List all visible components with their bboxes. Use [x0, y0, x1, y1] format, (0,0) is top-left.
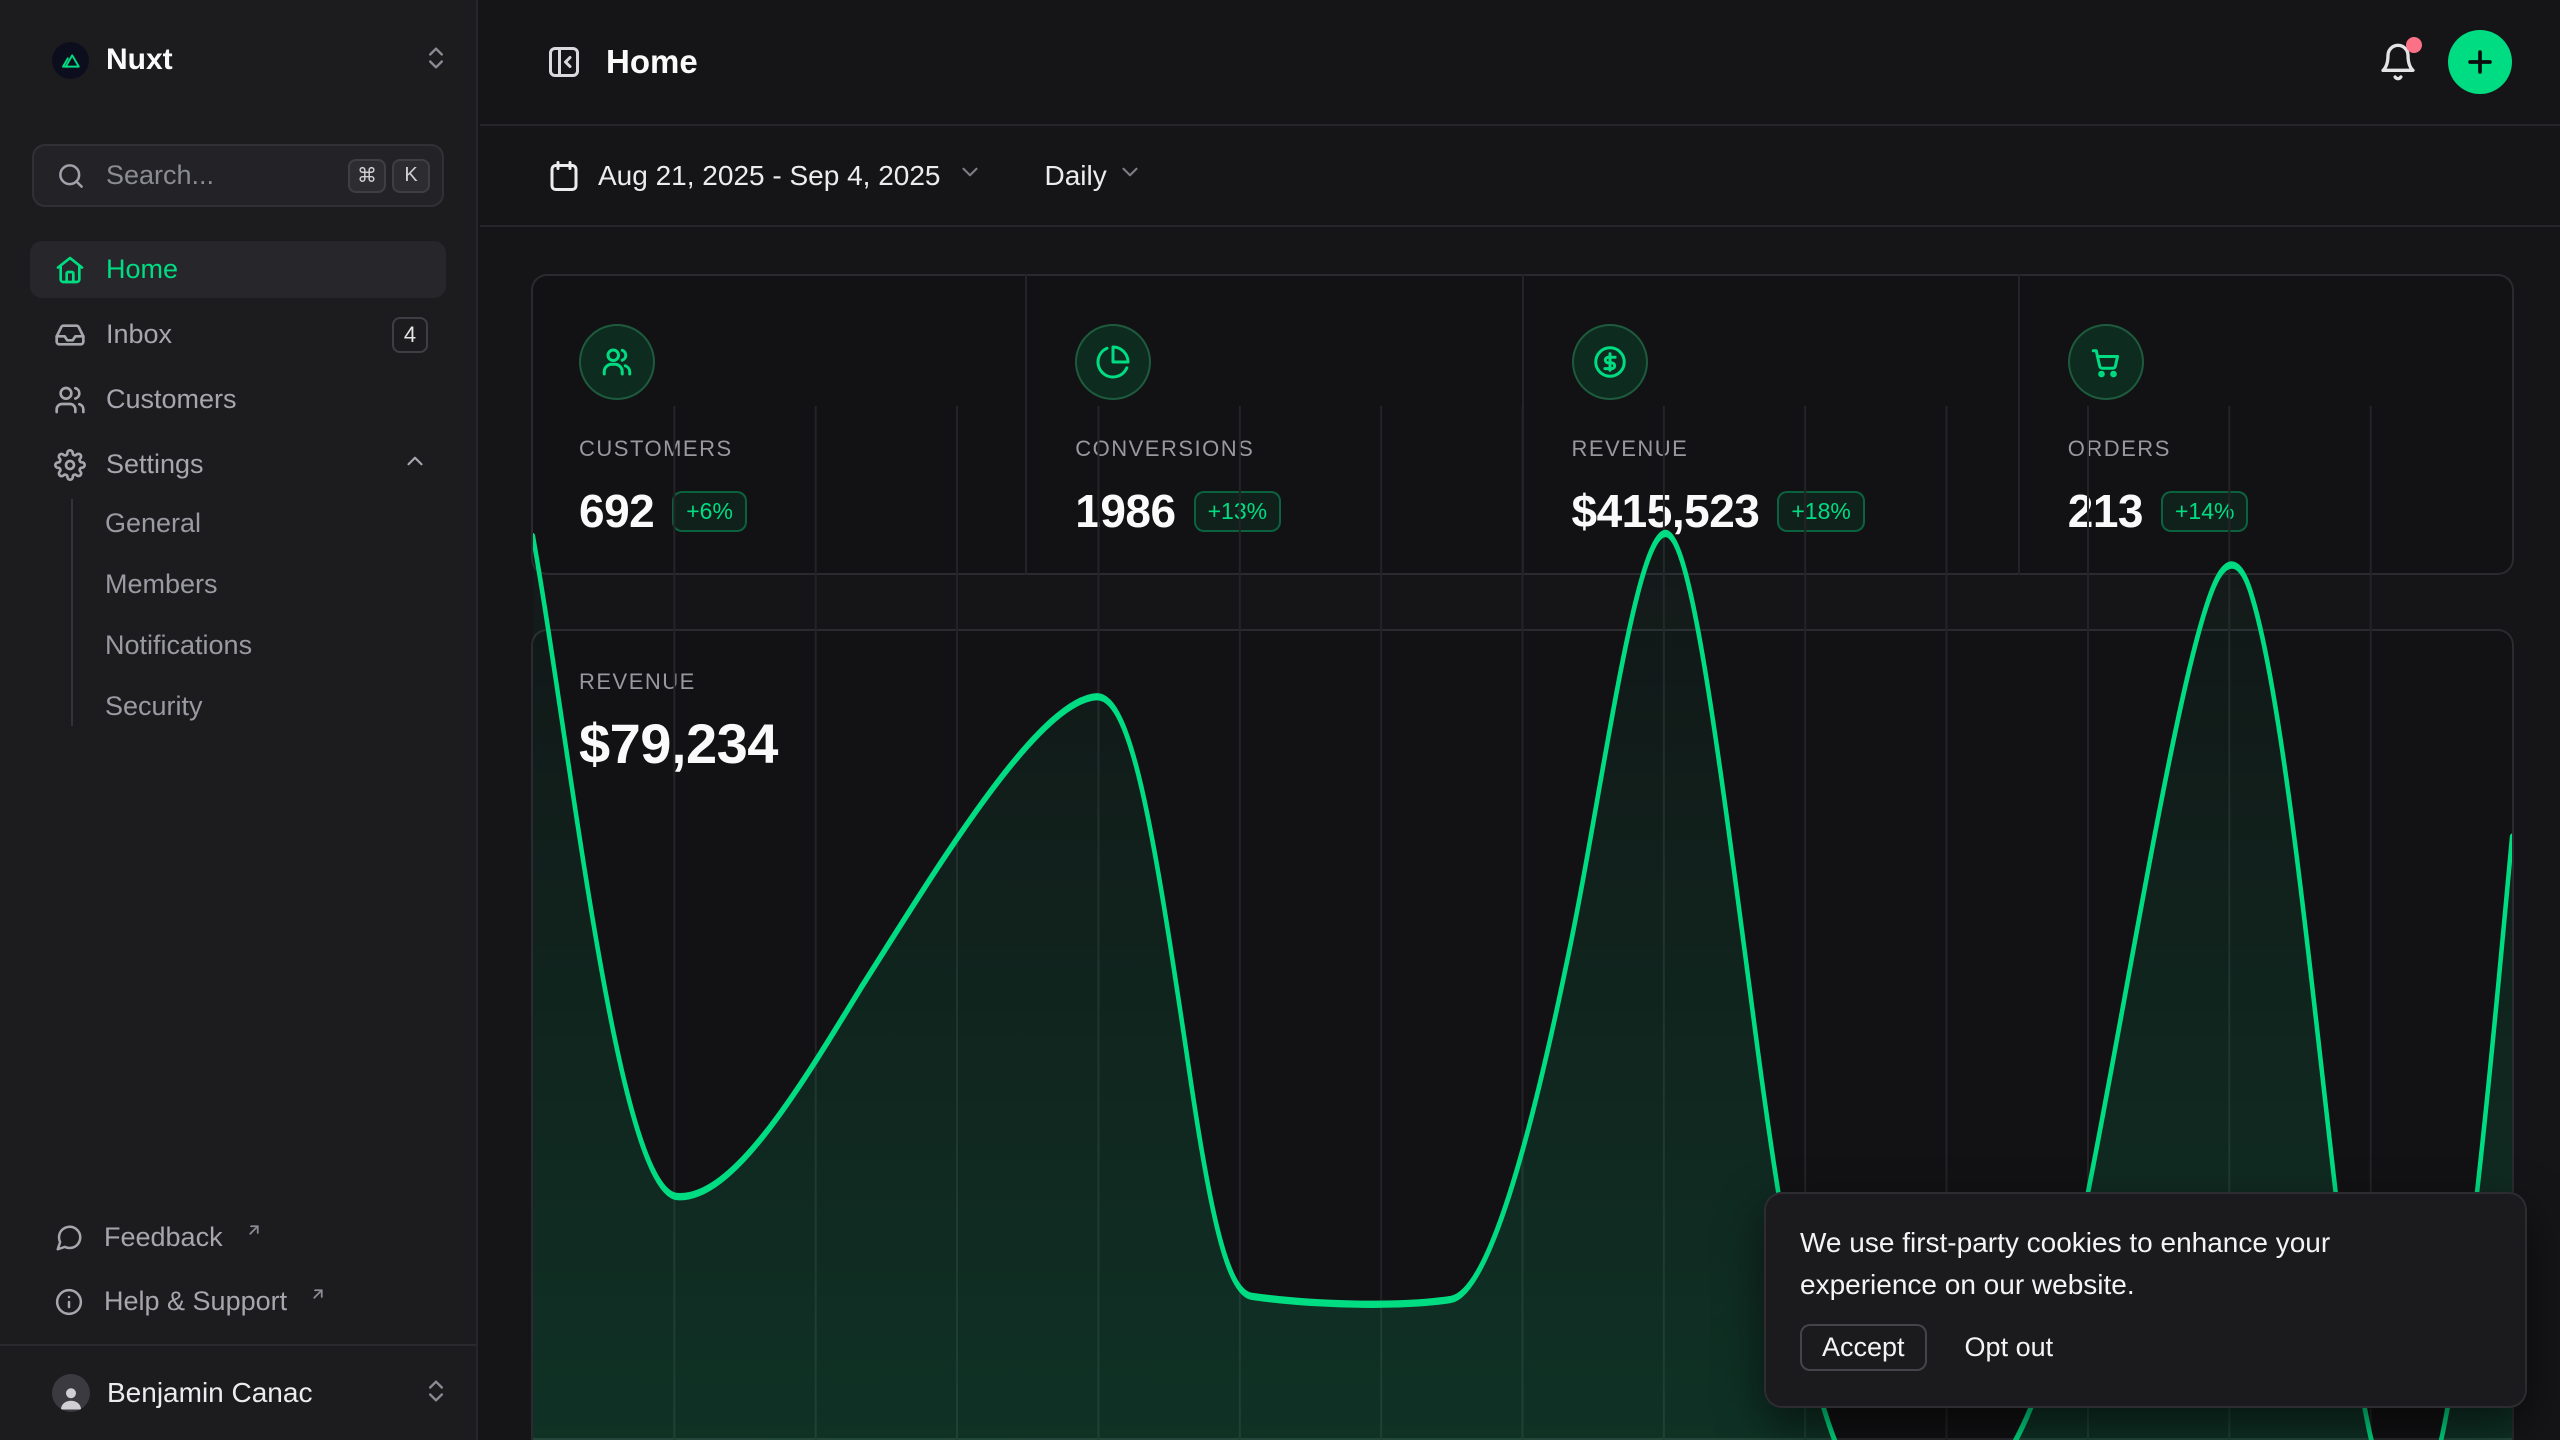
sidebar-item-settings[interactable]: Settings	[30, 436, 446, 493]
cookie-banner: We use first-party cookies to enhance yo…	[1764, 1192, 2527, 1408]
notifications-button[interactable]	[2378, 42, 2418, 82]
sidebar-item-inbox[interactable]: Inbox 4	[30, 306, 446, 363]
dashboard-screen: Nuxt Search... ⌘ K Home	[0, 0, 2560, 1440]
collapse-sidebar-button[interactable]	[546, 44, 582, 80]
search-placeholder: Search...	[106, 160, 342, 191]
optout-cookies-button[interactable]: Opt out	[1965, 1332, 2054, 1363]
date-range-value: Aug 21, 2025 - Sep 4, 2025	[598, 160, 941, 192]
sidebar: Nuxt Search... ⌘ K Home	[0, 0, 478, 1440]
info-circle-icon	[54, 1287, 84, 1317]
inbox-icon	[54, 319, 86, 351]
search-input[interactable]: Search... ⌘ K	[32, 144, 444, 207]
nuxt-logo-icon	[52, 42, 89, 79]
sidebar-item-security[interactable]: Security	[73, 678, 446, 734]
help-support-link[interactable]: Help & Support	[30, 1273, 446, 1330]
sidebar-spacer	[0, 734, 476, 1209]
chevron-down-icon	[957, 159, 983, 192]
sidebar-item-general[interactable]: General	[73, 495, 446, 551]
sidebar-item-home[interactable]: Home	[30, 241, 446, 298]
inbox-count-badge: 4	[392, 317, 428, 353]
feedback-label: Feedback	[104, 1222, 223, 1253]
gear-icon	[54, 449, 86, 481]
settings-subnav: General Members Notifications Security	[30, 495, 446, 734]
users-icon	[579, 324, 655, 400]
dollar-circle-icon	[1572, 324, 1648, 400]
workspace-switcher[interactable]: Nuxt	[0, 24, 476, 96]
date-range-picker[interactable]: Aug 21, 2025 - Sep 4, 2025	[546, 158, 983, 194]
sidebar-item-label: Home	[106, 254, 428, 285]
accept-cookies-button[interactable]: Accept	[1800, 1324, 1927, 1371]
cart-icon	[2068, 324, 2144, 400]
sidebar-item-customers[interactable]: Customers	[30, 371, 446, 428]
sidebar-footer-links: Feedback Help & Support	[30, 1209, 446, 1330]
notification-dot	[2406, 37, 2422, 53]
kbd-k: K	[392, 159, 430, 193]
sidebar-item-notifications[interactable]: Notifications	[73, 617, 446, 673]
cookie-message: We use first-party cookies to enhance yo…	[1800, 1222, 2420, 1306]
user-menu[interactable]: Benjamin Canac	[0, 1344, 476, 1440]
home-icon	[54, 254, 86, 286]
external-link-icon	[309, 1279, 327, 1310]
avatar	[52, 1374, 90, 1412]
chevrons-up-down-icon	[422, 1377, 450, 1410]
kbd-cmd: ⌘	[348, 159, 386, 193]
calendar-icon	[546, 158, 582, 194]
search-icon	[56, 161, 86, 191]
page-header: Home	[480, 0, 2560, 126]
sidebar-item-label: Settings	[106, 449, 382, 480]
sidebar-item-label: Customers	[106, 384, 428, 415]
granularity-value: Daily	[1045, 160, 1107, 192]
chevron-down-icon	[1117, 159, 1143, 192]
pie-chart-icon	[1075, 324, 1151, 400]
granularity-select[interactable]: Daily	[1045, 159, 1143, 192]
feedback-link[interactable]: Feedback	[30, 1209, 446, 1266]
filter-toolbar: Aug 21, 2025 - Sep 4, 2025 Daily	[480, 126, 2560, 227]
chevron-up-icon	[402, 448, 428, 481]
sidebar-item-members[interactable]: Members	[73, 556, 446, 612]
sidebar-nav: Home Inbox 4 Customers Settings	[30, 241, 446, 493]
add-button[interactable]	[2448, 30, 2512, 94]
help-support-label: Help & Support	[104, 1286, 287, 1317]
sidebar-item-label: Inbox	[106, 319, 372, 350]
chevrons-up-down-icon	[422, 44, 450, 77]
message-bubble-icon	[54, 1223, 84, 1253]
page-title: Home	[606, 43, 2378, 81]
user-name: Benjamin Canac	[107, 1377, 422, 1409]
users-icon	[54, 384, 86, 416]
external-link-icon	[245, 1215, 263, 1246]
cookie-actions: Accept Opt out	[1800, 1324, 2491, 1371]
workspace-name: Nuxt	[106, 43, 422, 77]
